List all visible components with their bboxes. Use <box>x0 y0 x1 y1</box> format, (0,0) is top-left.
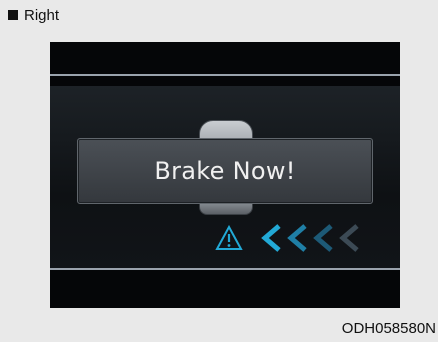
top-divider-line <box>50 74 400 76</box>
figure-frame: Right Brake Now! ODH058580N <box>0 0 438 342</box>
warning-triangle-icon <box>215 225 243 250</box>
brake-warning-box: Brake Now! <box>77 138 373 204</box>
header-label: Right <box>24 6 60 24</box>
cluster-display: Brake Now! <box>50 42 400 308</box>
brake-message: Brake Now! <box>154 157 296 185</box>
bottom-divider-line <box>50 268 400 270</box>
figure-caption: ODH058580N <box>341 320 436 337</box>
square-bullet-icon <box>8 10 18 20</box>
figure-header: Right <box>8 6 59 24</box>
left-chevrons-icon <box>261 224 359 252</box>
